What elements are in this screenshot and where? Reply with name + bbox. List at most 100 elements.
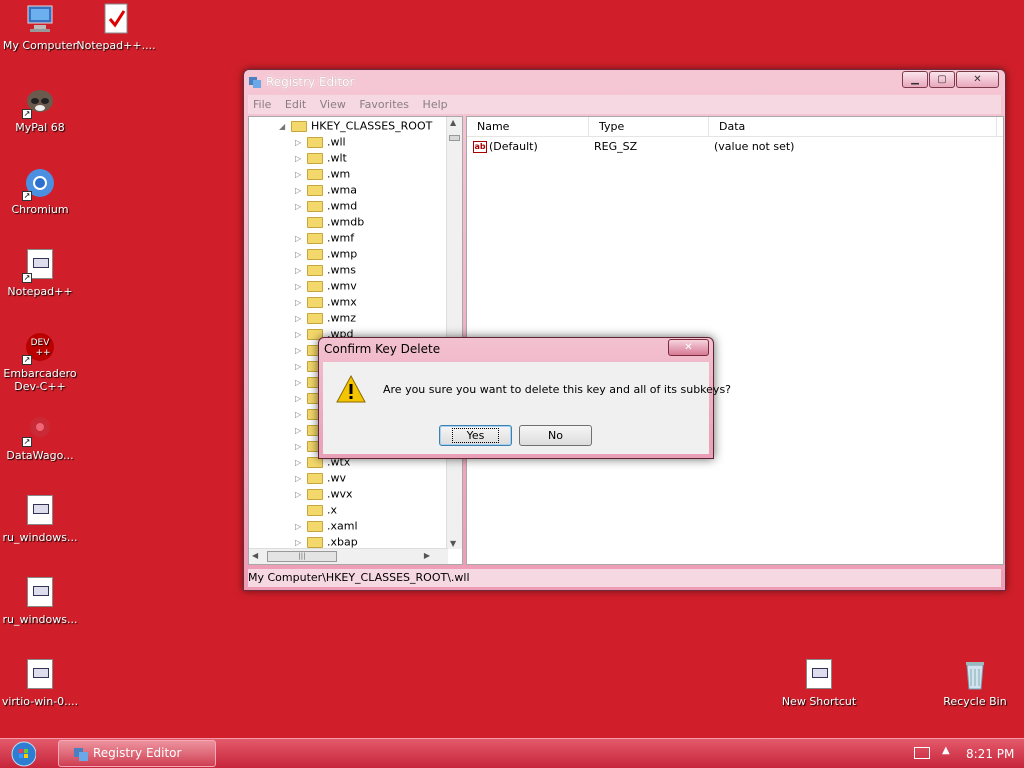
- expand-arrow-icon[interactable]: ▷: [295, 426, 305, 435]
- expand-arrow-icon[interactable]: ▷: [295, 458, 305, 467]
- maximize-button[interactable]: ▢: [929, 71, 955, 88]
- expand-arrow-icon[interactable]: ▷: [295, 522, 305, 531]
- show-hidden-icons-icon[interactable]: ▲: [942, 745, 950, 756]
- tree-root-node[interactable]: ◢ HKEY_CLASSES_ROOT: [279, 119, 432, 135]
- value-name-cell: ab (Default): [473, 139, 538, 155]
- column-header-name[interactable]: Name: [467, 117, 589, 137]
- yes-button[interactable]: Yes: [439, 425, 512, 446]
- start-button[interactable]: [6, 739, 44, 768]
- expand-arrow-icon[interactable]: ▷: [295, 202, 305, 211]
- tree-vertical-scrollbar[interactable]: ▲ ▼: [446, 117, 462, 549]
- regedit-app-icon: [248, 75, 262, 89]
- expand-arrow-icon[interactable]: ▷: [295, 362, 305, 371]
- expand-arrow-icon[interactable]: ▷: [295, 154, 305, 163]
- expand-arrow-icon[interactable]: ▷: [295, 282, 305, 291]
- desktop-icon-chromium[interactable]: ↗ Chromium: [0, 167, 80, 216]
- tree-node[interactable]: .wmdb: [295, 215, 364, 231]
- recycle-bin-icon: [959, 659, 991, 691]
- desktop-icon-my-computer[interactable]: My Computer: [0, 3, 80, 52]
- expand-arrow-icon[interactable]: ▷: [295, 234, 305, 243]
- desktop-icon-virtio-win[interactable]: virtio-win-0....: [0, 659, 80, 708]
- confirm-key-delete-dialog[interactable]: Confirm Key Delete ✕ Are you sure you wa…: [318, 337, 731, 459]
- tree-node[interactable]: ▷ .wmz: [295, 311, 364, 327]
- value-row[interactable]: ab (Default) REG_SZ (value not set): [467, 139, 1003, 155]
- registry-editor-window[interactable]: Registry Editor ▁ ▢ ✕ File Edit View Fav…: [243, 69, 1006, 591]
- minimize-button[interactable]: ▁: [902, 71, 928, 88]
- menu-favorites[interactable]: Favorites: [354, 95, 414, 114]
- tree-node[interactable]: ▷ .wv: [295, 471, 364, 487]
- tree-node[interactable]: ▷ .wmd: [295, 199, 364, 215]
- expand-arrow-icon[interactable]: ▷: [295, 250, 305, 259]
- tree-node[interactable]: ▷ .wms: [295, 263, 364, 279]
- tree-node-label: .wms: [327, 263, 356, 277]
- warning-icon: [335, 374, 367, 404]
- expand-arrow-icon[interactable]: ▷: [295, 538, 305, 547]
- column-header-data[interactable]: Data: [709, 117, 997, 137]
- dialog-close-button[interactable]: ✕: [668, 339, 709, 356]
- folder-icon: [307, 200, 323, 212]
- expand-arrow-icon[interactable]: ▷: [295, 490, 305, 499]
- scroll-thumb[interactable]: |||: [267, 551, 337, 562]
- expand-arrow-icon[interactable]: ▷: [295, 266, 305, 275]
- desktop-icon-notepadpp-shortcut[interactable]: Notepad++....: [76, 3, 156, 52]
- expand-arrow-icon[interactable]: ▷: [295, 410, 305, 419]
- desktop-icon-recycle-bin[interactable]: Recycle Bin: [935, 659, 1015, 708]
- notepad-doc-icon: ↗: [22, 249, 56, 283]
- desktop-icon-ru-windows-1[interactable]: ru_windows...: [0, 495, 80, 544]
- document-icon: [803, 659, 835, 691]
- menu-help[interactable]: Help: [418, 95, 453, 114]
- status-path: My Computer\HKEY_CLASSES_ROOT\.wll: [248, 571, 470, 584]
- menu-bar: File Edit View Favorites Help: [248, 95, 1001, 114]
- no-button[interactable]: No: [519, 425, 592, 446]
- tree-node[interactable]: .x: [295, 503, 364, 519]
- tree-node[interactable]: ▷ .xaml: [295, 519, 364, 535]
- expand-arrow-icon[interactable]: ▷: [295, 394, 305, 403]
- expand-arrow-icon[interactable]: ▷: [295, 170, 305, 179]
- desktop-icon-mypal[interactable]: ↗ MyPal 68: [0, 85, 80, 134]
- desktop-icon-label: ru_windows...: [2, 613, 78, 626]
- desktop-icon-ru-windows-2[interactable]: ru_windows...: [0, 577, 80, 626]
- expand-arrow-icon[interactable]: ▷: [295, 378, 305, 387]
- tree-node[interactable]: ▷ .wmp: [295, 247, 364, 263]
- expand-arrow-icon[interactable]: ▷: [295, 314, 305, 323]
- tree-node[interactable]: ▷ .wma: [295, 183, 364, 199]
- menu-edit[interactable]: Edit: [280, 95, 311, 114]
- window-titlebar[interactable]: Registry Editor ▁ ▢ ✕: [244, 70, 1005, 94]
- scroll-left-arrow-icon[interactable]: ◀: [252, 551, 258, 560]
- scroll-up-arrow-icon[interactable]: ▲: [450, 118, 456, 127]
- expand-arrow-icon[interactable]: ▷: [295, 474, 305, 483]
- folder-icon: [307, 168, 323, 180]
- scroll-down-arrow-icon[interactable]: ▼: [450, 539, 456, 548]
- tree-node[interactable]: ▷ .wmv: [295, 279, 364, 295]
- tree-horizontal-scrollbar[interactable]: ◀ ||| ▶: [249, 548, 448, 564]
- tree-node-label: .wvx: [327, 487, 353, 501]
- collapse-arrow-icon[interactable]: ◢: [279, 122, 289, 131]
- tree-node[interactable]: ▷ .wlt: [295, 151, 364, 167]
- expand-arrow-icon[interactable]: ▷: [295, 138, 305, 147]
- tree-node[interactable]: ▷ .wm: [295, 167, 364, 183]
- desktop-icon-devcpp[interactable]: DEV ++ ↗ Embarcadero Dev-C++: [0, 331, 80, 393]
- column-header-type[interactable]: Type: [589, 117, 709, 137]
- menu-view[interactable]: View: [315, 95, 351, 114]
- tree-node[interactable]: ▷ .wmf: [295, 231, 364, 247]
- close-icon: ✕: [973, 74, 982, 85]
- keyboard-icon[interactable]: [914, 747, 930, 759]
- desktop-icon-notepadpp[interactable]: ↗ Notepad++: [0, 249, 80, 298]
- scroll-thumb[interactable]: [449, 135, 460, 141]
- expand-arrow-icon[interactable]: ▷: [295, 186, 305, 195]
- scroll-right-arrow-icon[interactable]: ▶: [424, 551, 430, 560]
- menu-file[interactable]: File: [248, 95, 276, 114]
- expand-arrow-icon[interactable]: ▷: [295, 442, 305, 451]
- tree-node[interactable]: ▷ .wll: [295, 135, 364, 151]
- tree-node-label: .wmdb: [327, 215, 365, 229]
- tree-node[interactable]: ▷ .wmx: [295, 295, 364, 311]
- tree-node[interactable]: ▷ .wvx: [295, 487, 364, 503]
- expand-arrow-icon[interactable]: ▷: [295, 298, 305, 307]
- close-button[interactable]: ✕: [956, 71, 999, 88]
- taskbar-clock[interactable]: 8:21 PM: [966, 739, 1014, 768]
- taskbar-item-registry-editor[interactable]: Registry Editor: [58, 740, 216, 767]
- expand-arrow-icon[interactable]: ▷: [295, 346, 305, 355]
- expand-arrow-icon[interactable]: ▷: [295, 330, 305, 339]
- desktop-icon-datawagon[interactable]: ↗ DataWago...: [0, 413, 80, 462]
- desktop-icon-new-shortcut[interactable]: New Shortcut: [779, 659, 859, 708]
